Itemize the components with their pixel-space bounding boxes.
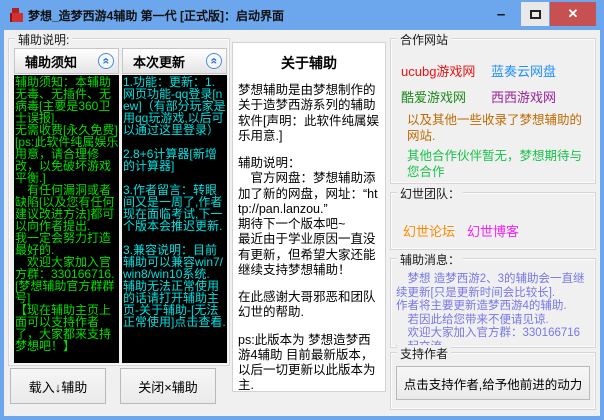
- chevron-up-icon[interactable]: «: [206, 53, 222, 69]
- about-paragraph: 辅助说明： 官方网盘：梦想辅助添加了新的网盘，网址：“http://pan.la…: [238, 156, 380, 278]
- maximize-icon: [530, 10, 541, 19]
- about-title: 关于辅助: [238, 53, 380, 73]
- maximize-button[interactable]: [521, 2, 549, 26]
- load-helper-label: 载入↓辅助: [29, 377, 88, 396]
- support-author-button[interactable]: 点击支持作者,给予他前进的动力: [396, 366, 590, 400]
- support-author-label: 点击支持作者,给予他前进的动力: [404, 374, 582, 393]
- link-xixi[interactable]: 西西游戏网: [491, 87, 556, 106]
- close-button[interactable]: ✕: [550, 2, 596, 26]
- close-icon: ✕: [568, 6, 579, 22]
- link-kuai[interactable]: 酷爱游戏网: [401, 87, 466, 106]
- link-team-blog[interactable]: 幻世博客: [467, 221, 519, 240]
- update-text: 1.功能：更新：1.网页功能-qq登录[new]（有部分玩家是用qq玩游戏,以后…: [123, 76, 227, 328]
- close-helper-button[interactable]: 关闭×辅助: [120, 368, 216, 404]
- minimize-icon: –: [497, 6, 505, 23]
- link-ucubg[interactable]: ucubg游戏网: [401, 61, 475, 80]
- title-bar[interactable]: 梦想_造梦西游4辅助 第一代 [正式版]：启动界面 – ✕: [0, 0, 604, 30]
- app-window: 梦想_造梦西游4辅助 第一代 [正式版]：启动界面 – ✕ 辅助说明: 辅助须知…: [0, 0, 604, 420]
- support-groupbox: 支持作者 点击支持作者,给予他前进的动力: [390, 352, 596, 410]
- chevron-up-icon[interactable]: «: [98, 53, 114, 69]
- notice-text: 辅助须知：本辅助无毒、无插件、无病毒[主要是360卫士误报]. 无需收费[永久免…: [15, 76, 119, 352]
- update-header-label: 本次更新: [133, 52, 185, 71]
- instructions-groupbox: 辅助说明: 辅助须知 « 本次更新 « 辅助须知：本辅助无毒、无插件、无病毒[主…: [8, 38, 230, 366]
- close-helper-label: 关闭×辅助: [138, 377, 198, 396]
- team-label: 幻世团队：: [397, 185, 463, 202]
- minimize-button[interactable]: –: [484, 2, 518, 26]
- notice-collapse-header[interactable]: 辅助须知 «: [14, 48, 119, 74]
- coop-note-sites: 以及其他一些收录了梦想辅助的网站.: [407, 113, 585, 144]
- about-paragraph: ps:此版本为 梦想造梦西游4辅助 目前最新版本，以后一切更新以此版本为主.: [238, 333, 380, 393]
- news-groupbox: 辅助消息： 梦想 造梦西游2、3的辅助会一直继续更新[只是更新时间会比较长]. …: [390, 258, 596, 348]
- about-panel: 关于辅助 梦想辅助是由梦想制作的关于造梦西游系列的辅助软件[声明：此软件纯属娱乐…: [232, 42, 386, 392]
- update-text-panel: 1.功能：更新：1.网页功能-qq登录[new]（有部分玩家是用qq玩游戏,以后…: [122, 75, 227, 363]
- about-paragraph: 梦想辅助是由梦想制作的关于造梦西游系列的辅助软件[声明：此软件纯属娱乐用意.]: [238, 83, 380, 144]
- update-collapse-header[interactable]: 本次更新 «: [122, 48, 227, 74]
- notice-text-panel: 辅助须知：本辅助无毒、无插件、无病毒[主要是360卫士误报]. 无需收费[永久免…: [14, 75, 119, 363]
- notice-header-label: 辅助须知: [25, 52, 77, 71]
- load-helper-button[interactable]: 载入↓辅助: [10, 368, 106, 404]
- team-groupbox: 幻世团队： 幻世论坛 幻世博客: [390, 192, 596, 250]
- link-team-forum[interactable]: 幻世论坛: [403, 221, 455, 240]
- news-text: 梦想 造梦西游2、3的辅助会一直继续更新[只是更新时间会比较长]. 作者将主要更…: [396, 273, 590, 354]
- about-paragraph: 在此感谢大哥邪恶和团队幻世的帮助.: [238, 290, 380, 321]
- link-lanzou[interactable]: 蓝奏云网盘: [491, 61, 556, 80]
- support-label: 支持作者: [397, 345, 451, 362]
- app-icon: [9, 8, 22, 23]
- window-title: 梦想_造梦西游4辅助 第一代 [正式版]：启动界面: [28, 7, 284, 24]
- news-label: 辅助消息：: [397, 251, 463, 268]
- coop-sites-groupbox: 合作网站 ucubg游戏网 蓝奏云网盘 酷爱游戏网 西西游戏网 以及其他一些收录…: [390, 38, 596, 184]
- coop-sites-label: 合作网站: [397, 31, 451, 48]
- coop-note-partner: 其他合作伙伴暂无，梦想期待与您合作: [407, 149, 585, 180]
- instructions-groupbox-label: 辅助说明:: [15, 31, 72, 48]
